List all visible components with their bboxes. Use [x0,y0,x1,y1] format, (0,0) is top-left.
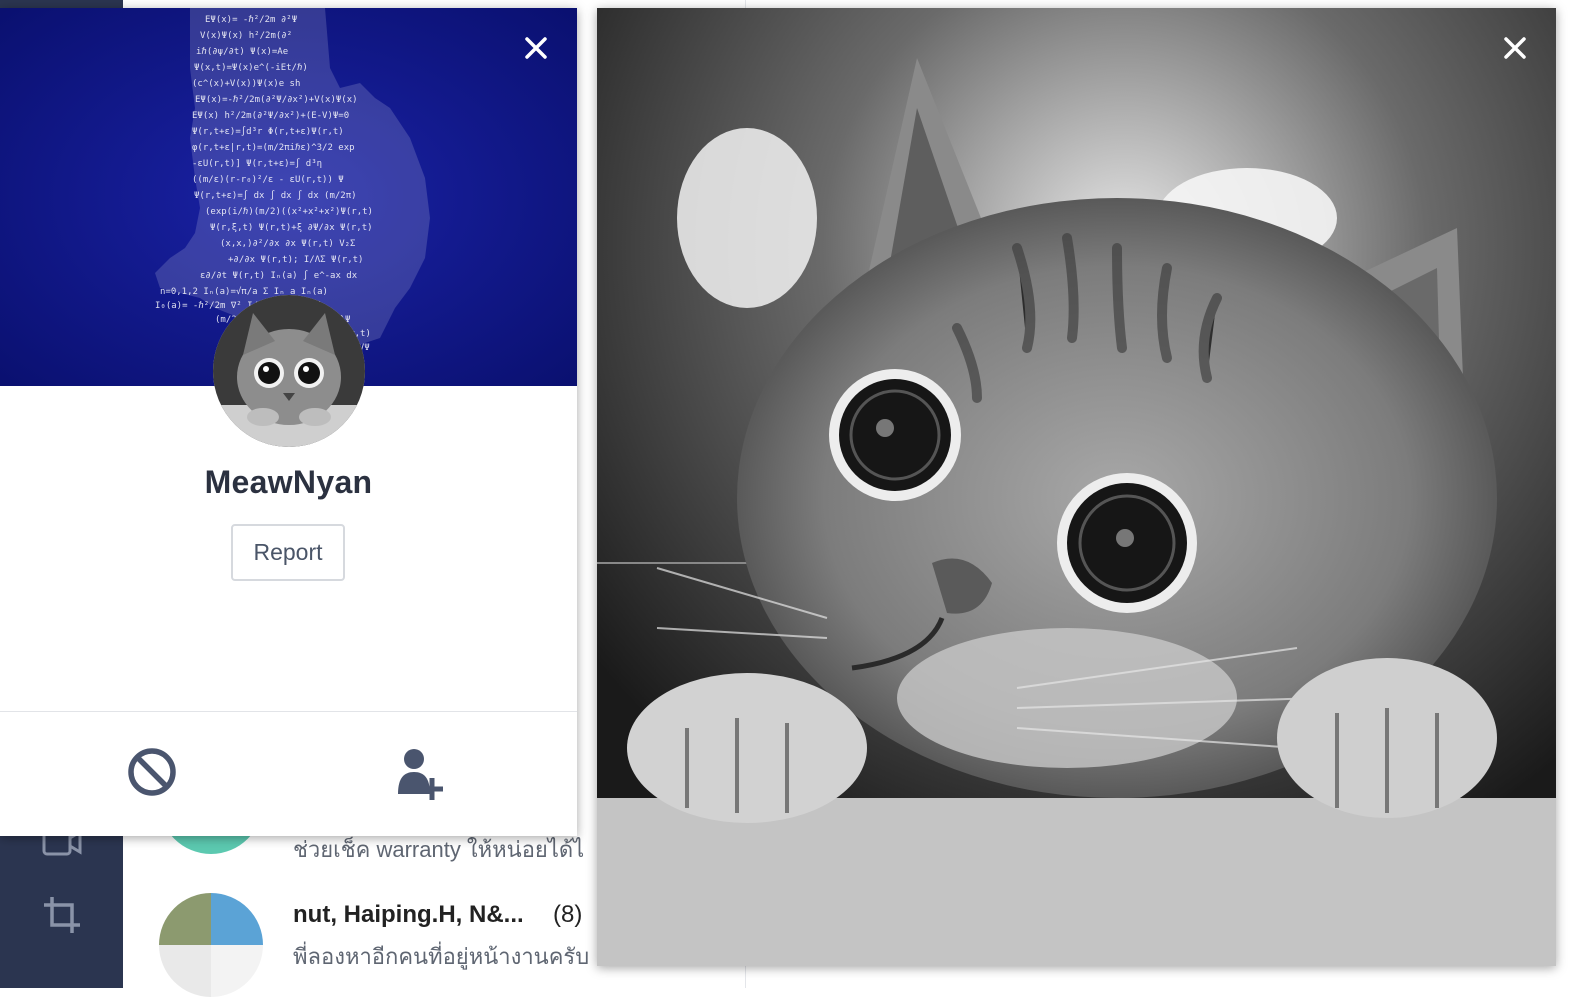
profile-name: MeawNyan [204,464,373,500]
divider [0,711,577,712]
close-icon[interactable] [1495,28,1535,68]
svg-text:+∂/∂x Ψ(r,t); I/ΛΣ Ψ(r,t): +∂/∂x Ψ(r,t); I/ΛΣ Ψ(r,t) [228,255,363,265]
svg-text:Ψ(r,t+ε)=∫ dx ∫ dx ∫ dx (m/2π): Ψ(r,t+ε)=∫ dx ∫ dx ∫ dx (m/2π) [194,190,357,201]
svg-text:(exp(i/ℏ)(m/2)((x²+x²+x²)Ψ(r,t: (exp(i/ℏ)(m/2)((x²+x²+x²)Ψ(r,t) [205,207,373,217]
svg-text:EΨ(x)= -ℏ²/2m ∂²Ψ: EΨ(x)= -ℏ²/2m ∂²Ψ [205,15,297,25]
kitten-avatar-image [213,295,365,447]
add-friend-icon[interactable] [392,742,452,802]
svg-text:-εU(r,t)] Ψ(r,t+ε)=∫ d³η: -εU(r,t)] Ψ(r,t+ε)=∫ d³η [192,158,322,169]
svg-text:EΨ(x)=-ℏ²/2m(∂²Ψ/∂x²)+V(x)Ψ(x): EΨ(x)=-ℏ²/2m(∂²Ψ/∂x²)+V(x)Ψ(x) [195,95,358,105]
svg-text:((m/ε)(r-r₀)²/ε - εU(r,t)) Ψ: ((m/ε)(r-r₀)²/ε - εU(r,t)) Ψ [192,175,344,185]
svg-text:Ψ(r,ξ,t) Ψ(r,t)+ξ ∂Ψ/∂x Ψ(r,t): Ψ(r,ξ,t) Ψ(r,t)+ξ ∂Ψ/∂x Ψ(r,t) [210,223,373,233]
close-icon[interactable] [516,28,556,68]
chat-name: nut, Haiping.H, N&... [293,901,524,928]
svg-text:(x,x,)∂²/∂x ∂x Ψ(r,t) V₂Σ: (x,x,)∂²/∂x ∂x Ψ(r,t) V₂Σ [220,239,355,249]
group-avatar [159,893,263,997]
avatar[interactable] [213,295,365,447]
svg-text:V(x)Ψ(x) h²/2m(∂²: V(x)Ψ(x) h²/2m(∂² [200,31,292,41]
report-button[interactable]: Report [231,524,345,581]
svg-text:Ψ(x,t)=Ψ(x)e^(-iEt/ℏ): Ψ(x,t)=Ψ(x)e^(-iEt/ℏ) [194,63,308,73]
svg-text:φ(r,t+ε|r,t)=(m/2πiℏε)^3/2 exp: φ(r,t+ε|r,t)=(m/2πiℏε)^3/2 exp [192,143,355,153]
block-icon[interactable] [122,742,182,802]
svg-text:EΨ(x) h²/2m(∂²Ψ/∂x²)+(E-V)Ψ=0: EΨ(x) h²/2m(∂²Ψ/∂x²)+(E-V)Ψ=0 [192,111,349,121]
svg-text:(c^(x)+V(x))Ψ(x)e sh: (c^(x)+V(x))Ψ(x)e sh [192,79,300,89]
kitten-photo [597,8,1556,966]
svg-text:ε∂/∂t Ψ(r,t) Iₙ(a) ∫ e^-ax dx: ε∂/∂t Ψ(r,t) Iₙ(a) ∫ e^-ax dx [200,270,358,281]
chat-preview: ช่วยเช็ค warranty ให้หน่อยได้ไ [293,837,585,862]
image-viewer [597,8,1556,966]
svg-text:Ψ(r,t+ε)=∫d³r Φ(r,t+ε)Ψ(r,t): Ψ(r,t+ε)=∫d³r Φ(r,t+ε)Ψ(r,t) [192,126,344,137]
crop-icon[interactable] [40,893,84,937]
profile-popup: EΨ(x)= -ℏ²/2m ∂²Ψ V(x)Ψ(x) h²/2m(∂² iℏ(∂… [0,8,577,836]
svg-text:iℏ(∂ψ/∂t) Ψ(x)=Ae: iℏ(∂ψ/∂t) Ψ(x)=Ae [196,47,288,57]
chat-preview: พี่ลองหาอีกคนที่อยู่หน้างานครับ [293,944,590,969]
unread-count: (8) [553,901,583,928]
